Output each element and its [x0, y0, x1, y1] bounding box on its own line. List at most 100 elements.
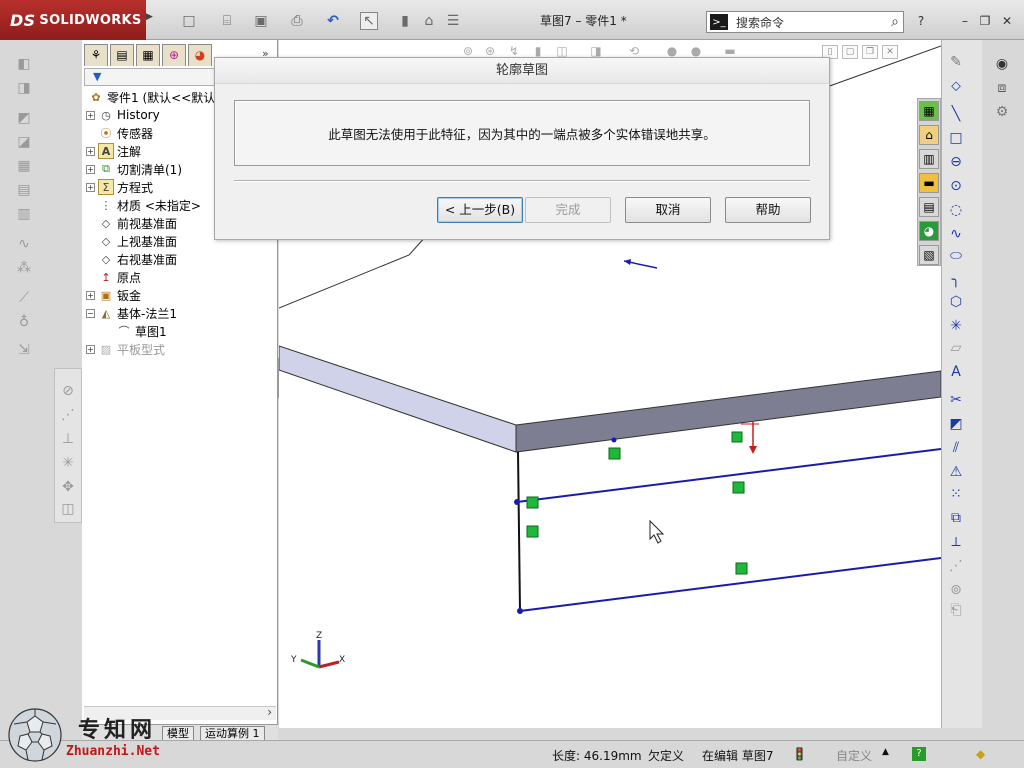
offset-icon[interactable]: ⫽ [946, 438, 966, 458]
save-icon[interactable]: ▣ [252, 12, 270, 30]
flatten-icon[interactable]: ⇲ [14, 340, 34, 360]
pattern-icon[interactable]: ⁂ [14, 258, 34, 278]
help-dialog-button[interactable]: 帮助 [725, 197, 811, 223]
sketch-icon[interactable]: ✎ [946, 52, 966, 72]
print-icon[interactable]: ⎙ [288, 12, 306, 30]
expand-icon[interactable]: + [86, 182, 95, 192]
view-tool-icon[interactable]: ⧈ [992, 78, 1012, 98]
expand-icon[interactable]: + [86, 344, 95, 354]
sketch-tool-icon[interactable]: ⊘ [58, 381, 78, 401]
home-tab-icon[interactable]: ⌂ [919, 125, 939, 145]
custom-properties-tab-icon[interactable]: ▧ [919, 245, 939, 265]
filter-icon[interactable]: ▼ [93, 70, 101, 83]
extrude-boss-icon[interactable]: ◧ [14, 54, 34, 74]
sketch-line-lower[interactable] [519, 557, 941, 612]
convert-entities-icon[interactable]: ◩ [946, 414, 966, 434]
collapse-icon[interactable]: − [86, 308, 95, 318]
tree-item-flat-pattern[interactable]: + ▨ 平板型式 [86, 340, 276, 358]
rebuild-status-icon[interactable]: 🚦 [792, 747, 807, 761]
quick-snaps-icon[interactable]: ⊚ [946, 580, 966, 600]
unfold-icon[interactable]: ∿ [14, 234, 34, 254]
undo-icon[interactable]: ↶ [324, 12, 342, 30]
expand-icon[interactable]: + [86, 290, 95, 300]
close-button[interactable]: ✕ [998, 13, 1016, 29]
display-relations-icon[interactable]: ⟂ [946, 532, 966, 552]
appearances-tab-icon[interactable]: ◕ [919, 221, 939, 241]
display-manager-tab-icon[interactable]: ◕ [188, 44, 212, 66]
tab-model[interactable]: 模型 [162, 726, 194, 741]
arc-icon[interactable]: ◌ [946, 200, 966, 220]
rebuild-icon[interactable]: ▮ [396, 12, 414, 30]
edge-flange-icon[interactable]: ◪ [14, 132, 34, 152]
tree-item-base-flange[interactable]: − ◭ 基体-法兰1 [86, 304, 276, 322]
point-icon[interactable]: ✳ [946, 316, 966, 336]
fillet-icon[interactable]: ╮ [946, 270, 966, 290]
relation-marker[interactable] [731, 431, 743, 443]
circle-icon[interactable]: ⊙ [946, 176, 966, 196]
plane-icon[interactable]: ▱ [946, 338, 966, 358]
sketch-point[interactable] [517, 608, 523, 614]
axis-tool-icon[interactable]: ⊥ [58, 429, 78, 449]
menu-expand-icon[interactable]: ▶ [146, 12, 156, 28]
relation-marker[interactable] [526, 525, 539, 538]
hem-icon[interactable]: ▤ [14, 180, 34, 200]
view-palette-tab-icon[interactable]: ▤ [919, 197, 939, 217]
minimize-button[interactable]: – [956, 13, 974, 29]
dimxpert-tab-icon[interactable]: ⊕ [162, 44, 186, 66]
tree-item-sheetmetal[interactable]: + ▣ 钣金 [86, 286, 276, 304]
tab-motion-study[interactable]: 运动算例 1 [200, 726, 265, 741]
help-button[interactable]: ? [912, 13, 930, 29]
viewport-restore-icon[interactable]: ❐ [862, 45, 878, 59]
units-dropdown-icon[interactable]: ▲ [882, 747, 889, 757]
ellipse-icon[interactable]: ⬭ [946, 246, 966, 266]
open-icon[interactable]: ⌸ [218, 12, 236, 30]
scroll-right-icon[interactable]: › [267, 705, 272, 719]
mirror-icon[interactable]: ⚠ [946, 462, 966, 482]
sketch-point[interactable] [514, 499, 520, 505]
search-commands-input[interactable]: >_ 搜索命令 ⌕ [706, 11, 904, 33]
corner-icon[interactable]: ⟋ [14, 288, 34, 308]
tag-icon[interactable]: ◆ [976, 747, 985, 761]
restore-button[interactable]: ❐ [976, 13, 994, 29]
search-icon[interactable]: ⌕ [891, 14, 899, 30]
property-manager-tab-icon[interactable]: ▤ [110, 44, 134, 66]
expand-icon[interactable]: + [86, 110, 95, 120]
viewport-close-icon[interactable]: ✕ [882, 45, 898, 59]
options-icon[interactable]: ☰ [444, 12, 462, 30]
polygon-icon[interactable]: ⬡ [946, 292, 966, 312]
sketch-point[interactable] [611, 437, 617, 443]
jog-icon[interactable]: ▥ [14, 204, 34, 224]
expand-icon[interactable]: + [86, 146, 95, 156]
revolve-icon[interactable]: ◨ [14, 78, 34, 98]
rectangle-icon[interactable]: □ [946, 128, 966, 148]
back-button[interactable]: < 上一步(B) [437, 197, 523, 223]
linear-pattern-icon[interactable]: ⁙ [946, 484, 966, 504]
rapid-sketch-icon[interactable]: ⎗ [946, 600, 966, 620]
line-icon[interactable]: ╲ [946, 104, 966, 124]
tree-item-right-plane[interactable]: ◇ 右视基准面 [86, 250, 276, 268]
feature-tree-tab-icon[interactable]: ⚘ [84, 44, 108, 66]
tree-item-sketch1[interactable]: ⌒ 草图1 [86, 322, 276, 340]
sketch-line-vertical[interactable] [517, 451, 521, 612]
relation-marker[interactable] [608, 447, 621, 460]
line-tool-icon[interactable]: ⋰ [58, 405, 78, 425]
select-icon[interactable]: ↖ [360, 12, 378, 30]
slot-icon[interactable]: ⊖ [946, 152, 966, 172]
design-library-tab-icon[interactable]: ▥ [919, 149, 939, 169]
smart-dimension-icon[interactable]: ⬦ [946, 76, 966, 96]
move-tool-icon[interactable]: ✥ [58, 477, 78, 497]
spline-icon[interactable]: ∿ [946, 224, 966, 244]
mirror-tool-icon[interactable]: ◫ [58, 499, 78, 519]
lights-icon[interactable]: ⚙ [992, 102, 1012, 122]
move-entities-icon[interactable]: ⧉ [946, 508, 966, 528]
status-help[interactable]: ? [912, 747, 926, 761]
cancel-button[interactable]: 取消 [625, 197, 711, 223]
file-properties-icon[interactable]: ⌂ [420, 12, 438, 30]
status-custom[interactable]: 自定义 [836, 747, 872, 764]
viewport-single-icon[interactable]: ▢ [842, 45, 858, 59]
new-document-icon[interactable]: □ [180, 12, 198, 30]
configuration-tab-icon[interactable]: ▦ [136, 44, 160, 66]
form-tool-icon[interactable]: ♁ [14, 312, 34, 332]
tree-item-origin[interactable]: ↥ 原点 [86, 268, 276, 286]
file-explorer-tab-icon[interactable]: ▬ [919, 173, 939, 193]
